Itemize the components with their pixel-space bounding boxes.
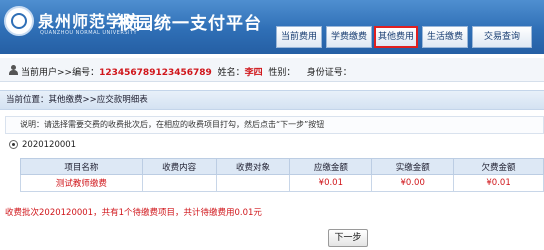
cell-amount-paid: ¥0.00 [371, 174, 455, 192]
nav-transaction-query[interactable]: 交易查询 [472, 26, 532, 48]
nav-tuition[interactable]: 学费缴费 [326, 26, 372, 48]
cell-content [141, 174, 217, 192]
nav-current-fees[interactable]: 当前费用 [276, 26, 322, 48]
user-id: 123456789123456789 [99, 68, 212, 78]
col-amount-due: 应缴金额 [289, 158, 373, 175]
user-prefix: 当前用户>>编号： [21, 68, 100, 78]
batch-option[interactable]: 2020120001 [5, 138, 544, 152]
user-info-bar: 当前用户>>编号：123456789123456789 姓名：李四 性别： 身份… [0, 58, 544, 82]
header-banner: 泉州师范学院 QUANZHOU NORMAL UNIVERSITY 校园统一支付… [0, 0, 544, 54]
cell-amount-due: ¥0.01 [289, 174, 373, 192]
instruction-note: 说明：请选择需要交费的收费批次后，在相应的收费项目打勾，然后点击“下一步”按钮 [5, 116, 544, 134]
table-row[interactable]: 测试教师缴费 ¥0.01 ¥0.00 ¥0.01 [20, 174, 544, 192]
next-step-button[interactable]: 下一步 [328, 229, 368, 247]
user-icon [8, 65, 18, 75]
school-logo-icon [4, 6, 34, 36]
batch-radio[interactable] [9, 140, 18, 149]
cell-target [215, 174, 291, 192]
col-item-name: 项目名称 [20, 158, 143, 175]
col-target: 收费对象 [215, 158, 291, 175]
platform-title: 校园统一支付平台 [118, 14, 262, 34]
user-info: 当前用户>>编号：123456789123456789 姓名：李四 性别： 身份… [21, 65, 352, 78]
col-amount-paid: 实缴金额 [371, 158, 455, 175]
user-name: 李四 [244, 68, 263, 78]
breadcrumb: 当前位置：其他缴费>>应交款明细表 [0, 90, 544, 110]
col-content: 收费内容 [141, 158, 217, 175]
batch-label: 2020120001 [22, 140, 77, 150]
cell-item-name: 测试教师缴费 [20, 174, 143, 192]
nav-living-fees[interactable]: 生活缴费 [422, 26, 468, 48]
cell-amount-owed: ¥0.01 [453, 174, 544, 192]
user-idcard-label: 身份证号： [306, 68, 352, 78]
fee-table: 项目名称 收费内容 收费对象 应缴金额 实缴金额 欠费金额 测试教师缴费 ¥0.… [20, 158, 544, 192]
table-header-row: 项目名称 收费内容 收费对象 应缴金额 实缴金额 欠费金额 [20, 158, 544, 175]
user-name-label: 姓名： [217, 68, 245, 78]
col-amount-owed: 欠费金额 [453, 158, 544, 175]
user-gender-label: 性别： [268, 68, 296, 78]
summary-text: 收费批次2020120001，共有1个待缴费项目，共计待缴费用0.01元 [5, 208, 262, 218]
nav-other-fees[interactable]: 其他费用 [374, 26, 418, 48]
